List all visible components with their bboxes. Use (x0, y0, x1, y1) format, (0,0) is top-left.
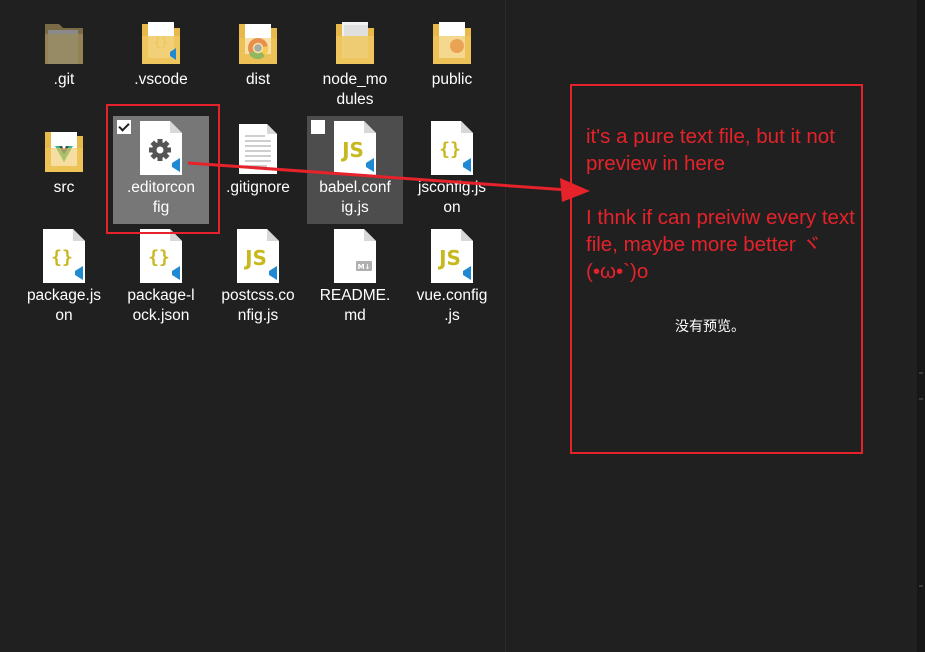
scroll-marker (919, 585, 923, 587)
file-item-vue-config[interactable]: JS vue.config .js (404, 224, 500, 332)
file-item-vscode[interactable]: {} .vscode (113, 8, 209, 116)
svg-text:JS: JS (243, 246, 267, 270)
file-item-readme[interactable]: M↓ README. md (307, 224, 403, 332)
file-item-babel-config[interactable]: JS babel.conf ig.js (307, 116, 403, 224)
folder-icon (404, 8, 500, 70)
folder-icon (16, 8, 112, 70)
file-item-package-json[interactable]: {} package.js on (16, 224, 112, 332)
markdown-file-icon: M↓ (307, 224, 403, 286)
file-item-public[interactable]: public (404, 8, 500, 116)
file-name: .gitignore (226, 179, 290, 196)
file-name: jsconfig.js on (417, 179, 487, 216)
folder-icon (307, 8, 403, 70)
file-name: vue.config .js (416, 287, 488, 324)
folder-chrome-icon (210, 8, 306, 70)
svg-text:{}: {} (51, 247, 73, 268)
svg-text:{}: {} (148, 247, 170, 268)
file-item-postcss-config[interactable]: JS postcss.co nfig.js (210, 224, 306, 332)
file-item-jsconfig[interactable]: {} jsconfig.js on (404, 116, 500, 224)
file-item-src[interactable]: src (16, 116, 112, 224)
folder-vue-icon (16, 116, 112, 178)
svg-text:JS: JS (340, 138, 364, 162)
file-name: babel.conf ig.js (319, 179, 391, 216)
highlight-box-editorconfig (106, 104, 220, 234)
file-name: .vscode (134, 71, 188, 88)
file-name: public (431, 71, 473, 88)
js-file-icon: JS (210, 224, 306, 286)
file-name: package.js on (26, 287, 102, 324)
file-item-node-modules[interactable]: node_mo dules (307, 8, 403, 116)
js-file-icon: JS (307, 116, 403, 178)
svg-text:JS: JS (437, 246, 461, 270)
file-list-pane: .git {} .vscode dist (0, 0, 505, 652)
file-name: dist (245, 71, 271, 88)
file-name: package-l ock.json (127, 287, 195, 324)
file-item-git[interactable]: .git (16, 8, 112, 116)
file-name: README. md (319, 287, 391, 324)
svg-text:M↓: M↓ (358, 263, 371, 271)
text-file-icon (210, 116, 306, 178)
file-name: postcss.co nfig.js (221, 287, 295, 324)
folder-icon: {} (113, 8, 209, 70)
json-file-icon: {} (404, 116, 500, 178)
scroll-marker (919, 372, 923, 374)
scroll-marker (919, 398, 923, 400)
file-item-package-lock[interactable]: {} package-l ock.json (113, 224, 209, 332)
vertical-scrollbar[interactable] (917, 0, 925, 652)
file-item-gitignore[interactable]: .gitignore (210, 116, 306, 224)
svg-text:{}: {} (439, 139, 461, 160)
file-name: node_mo dules (322, 71, 388, 108)
file-item-dist[interactable]: dist (210, 8, 306, 116)
json-file-icon: {} (16, 224, 112, 286)
file-name: src (53, 179, 75, 196)
file-name: .git (53, 71, 75, 88)
annotation-text: it's a pure text file, but it not previe… (586, 125, 855, 283)
js-file-icon: JS (404, 224, 500, 286)
